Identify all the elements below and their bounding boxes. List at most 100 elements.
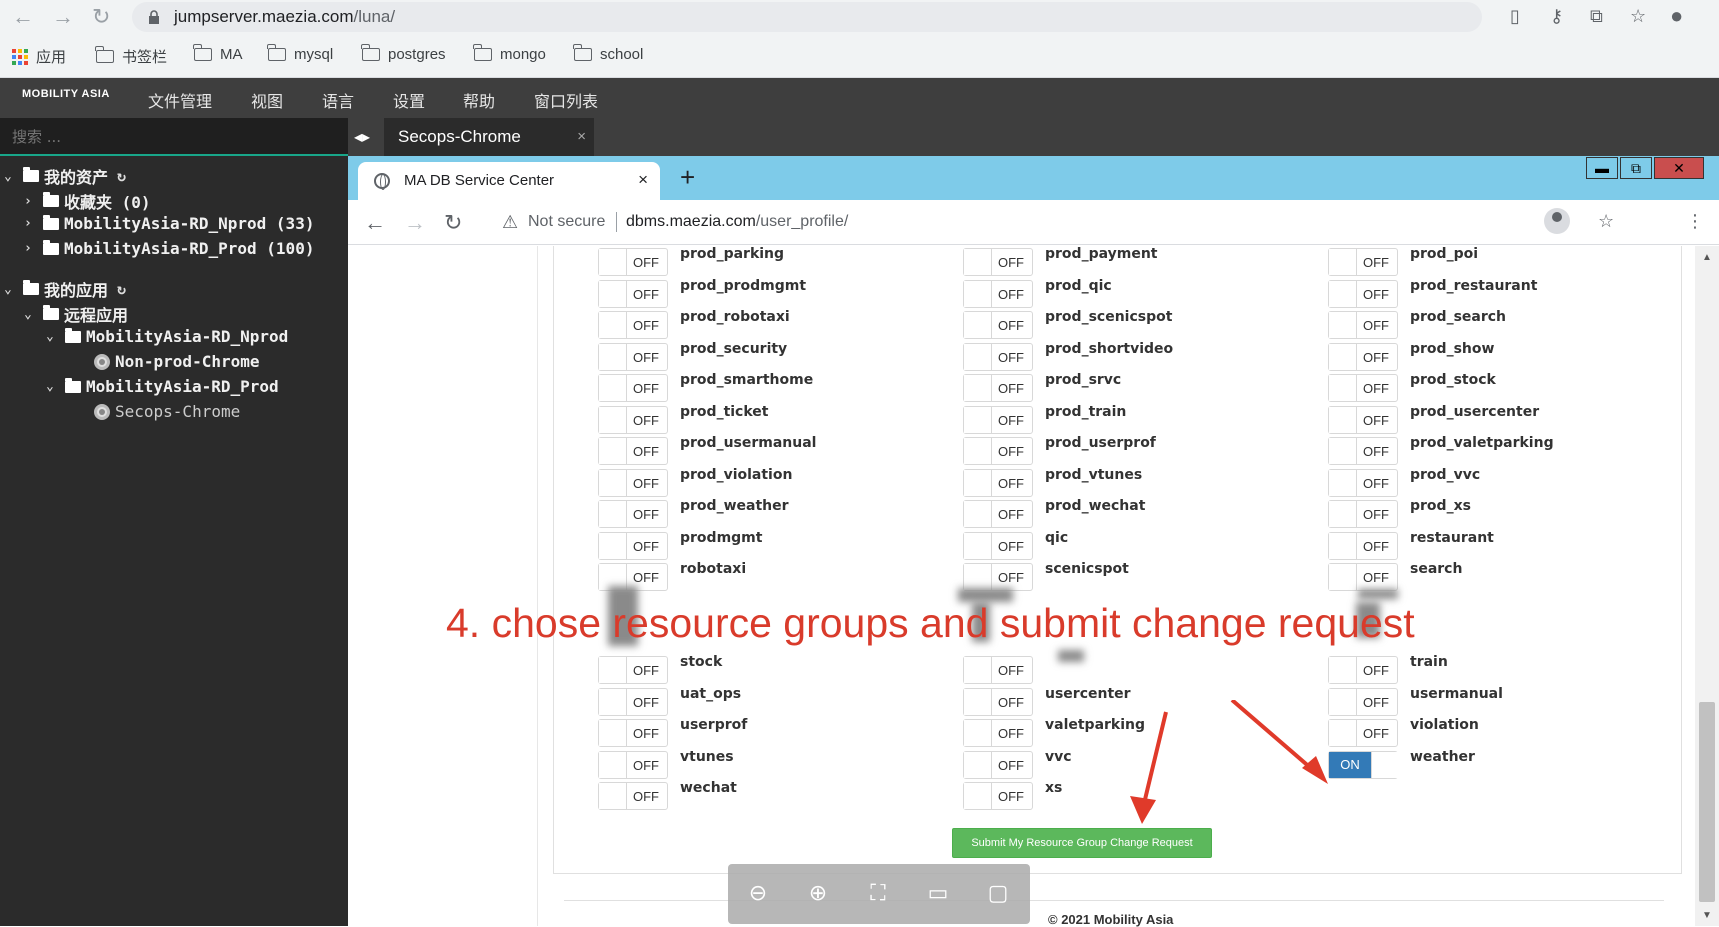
resource-group-toggle[interactable]: OFF bbox=[963, 687, 1033, 716]
refresh-icon[interactable]: ↻ bbox=[117, 167, 126, 185]
inner-address-bar[interactable]: ⚠ Not secure dbms.maezia.com/user_profil… bbox=[492, 204, 1594, 240]
resource-group-toggle[interactable]: OFF bbox=[963, 531, 1033, 560]
not-secure-label[interactable]: Not secure bbox=[528, 213, 605, 231]
tree-my-assets[interactable]: ⌄ 我的资产 ↻ bbox=[4, 164, 126, 188]
comment-icon[interactable]: ▢ bbox=[984, 880, 1012, 908]
reload-icon[interactable]: ↻ bbox=[92, 4, 110, 30]
resource-group-toggle[interactable]: OFF bbox=[1328, 656, 1398, 684]
resource-group-toggle[interactable]: OFF bbox=[598, 719, 668, 747]
resource-group-toggle[interactable]: OFF bbox=[963, 405, 1033, 434]
close-icon[interactable]: × bbox=[638, 170, 648, 190]
resource-group-toggle[interactable]: OFF bbox=[598, 374, 668, 402]
resource-group-toggle[interactable]: OFF bbox=[598, 687, 668, 716]
resource-group-toggle[interactable]: OFF bbox=[963, 279, 1033, 308]
tree-prod-assets[interactable]: › MobilityAsia-RD_Prod (100) bbox=[24, 239, 314, 258]
back-arrow-icon[interactable]: ← bbox=[364, 210, 386, 236]
bookmark-ma[interactable]: MA bbox=[193, 44, 243, 63]
page-scrollbar[interactable]: ▲ ▼ bbox=[1695, 246, 1719, 926]
resource-group-toggle[interactable]: OFF bbox=[1328, 531, 1398, 560]
resource-group-toggle[interactable]: OFF bbox=[963, 248, 1033, 276]
resource-group-toggle[interactable]: OFF bbox=[963, 311, 1033, 339]
bookmark-apps[interactable]: 应用 bbox=[12, 46, 66, 67]
more-menu-icon[interactable]: ⋮ bbox=[1686, 211, 1704, 232]
forward-arrow-icon[interactable]: → bbox=[404, 210, 426, 236]
resource-group-toggle[interactable]: OFF bbox=[598, 500, 668, 528]
tree-nprod-chrome[interactable]: Non-prod-Chrome bbox=[94, 352, 260, 371]
tree-my-apps[interactable]: ⌄ 我的应用 ↻ bbox=[4, 277, 126, 301]
collapse-arrows-icon[interactable]: ◂▸ bbox=[354, 127, 370, 147]
account-icon[interactable]: ● bbox=[1670, 3, 1683, 29]
star-icon[interactable]: ☆ bbox=[1598, 211, 1614, 232]
resource-group-toggle[interactable]: OFF bbox=[598, 656, 668, 684]
star-icon[interactable]: ☆ bbox=[1630, 6, 1646, 27]
reload-icon[interactable]: ↻ bbox=[444, 210, 462, 236]
tree-remote-apps[interactable]: ⌄ 远程应用 bbox=[24, 302, 128, 326]
resource-group-toggle[interactable]: OFF bbox=[963, 468, 1033, 497]
presentation-icon[interactable]: ▭ bbox=[924, 880, 952, 908]
profile-avatar-icon[interactable] bbox=[1544, 208, 1570, 234]
menu-file-management[interactable]: 文件管理 bbox=[148, 88, 212, 112]
bookmark-postgres[interactable]: postgres bbox=[361, 44, 446, 63]
chevron-right-icon[interactable]: › bbox=[24, 194, 38, 209]
resource-group-toggle[interactable]: OFF bbox=[598, 437, 668, 465]
resource-group-toggle[interactable]: OFF bbox=[1328, 468, 1398, 497]
resource-group-toggle[interactable]: OFF bbox=[598, 279, 668, 308]
resource-group-toggle[interactable]: OFF bbox=[963, 342, 1033, 371]
tree-prod-group[interactable]: ⌄ MobilityAsia-RD_Prod bbox=[46, 377, 279, 396]
resource-group-toggle[interactable]: OFF bbox=[598, 782, 668, 810]
resource-group-toggle[interactable]: OFF bbox=[1328, 248, 1398, 276]
zoom-out-icon[interactable]: ⊖ bbox=[744, 880, 772, 908]
key-icon[interactable]: ⚷ bbox=[1550, 6, 1563, 27]
translate-icon[interactable]: ⧉ bbox=[1590, 6, 1603, 27]
chevron-down-icon[interactable]: ⌄ bbox=[46, 329, 60, 344]
resource-group-toggle[interactable]: OFF bbox=[598, 248, 668, 276]
menu-window-list[interactable]: 窗口列表 bbox=[534, 88, 598, 112]
bookmark-mysql[interactable]: mysql bbox=[267, 44, 333, 63]
resource-group-toggle[interactable]: OFF bbox=[1328, 279, 1398, 308]
minimize-icon[interactable]: ▬ bbox=[1586, 157, 1618, 179]
chevron-down-icon[interactable]: ⌄ bbox=[46, 379, 60, 394]
menu-settings[interactable]: 设置 bbox=[393, 88, 425, 112]
chevron-right-icon[interactable]: › bbox=[24, 241, 38, 256]
resource-group-toggle[interactable]: OFF bbox=[598, 311, 668, 339]
chevron-down-icon[interactable]: ⌄ bbox=[24, 307, 38, 322]
outer-address-bar[interactable]: jumpserver.maezia.com/luna/ bbox=[132, 2, 1482, 32]
menu-language[interactable]: 语言 bbox=[322, 88, 354, 112]
new-tab-icon[interactable]: + bbox=[680, 162, 695, 193]
scrollbar-thumb[interactable] bbox=[1699, 702, 1715, 902]
resource-group-toggle[interactable]: OFF bbox=[963, 437, 1033, 465]
chevron-down-icon[interactable]: ⌄ bbox=[4, 282, 18, 297]
tree-nprod-group[interactable]: ⌄ MobilityAsia-RD_Nprod bbox=[46, 327, 288, 346]
session-tab-secops-chrome[interactable]: Secops-Chrome × bbox=[384, 118, 594, 156]
restore-icon[interactable]: ⧉ bbox=[1620, 157, 1652, 179]
resource-group-toggle[interactable]: OFF bbox=[963, 782, 1033, 810]
tree-nprod-assets[interactable]: › MobilityAsia-RD_Nprod (33) bbox=[24, 214, 314, 233]
resource-group-toggle[interactable]: OFF bbox=[598, 750, 668, 779]
bookmark-school[interactable]: school bbox=[573, 44, 643, 63]
fit-screen-icon[interactable]: ⛶ bbox=[864, 880, 892, 908]
clipboard-icon[interactable]: ▯ bbox=[1510, 6, 1520, 27]
menu-view[interactable]: 视图 bbox=[251, 88, 283, 112]
scroll-down-icon[interactable]: ▼ bbox=[1702, 910, 1712, 921]
resource-group-toggle[interactable]: OFF bbox=[963, 500, 1033, 528]
scroll-up-icon[interactable]: ▲ bbox=[1702, 252, 1712, 263]
resource-group-toggle[interactable]: OFF bbox=[963, 563, 1033, 591]
bookmark-mongo[interactable]: mongo bbox=[473, 44, 546, 63]
resource-group-toggle[interactable]: OFF bbox=[598, 405, 668, 434]
resource-group-toggle[interactable]: OFF bbox=[598, 342, 668, 371]
refresh-icon[interactable]: ↻ bbox=[117, 280, 126, 298]
chevron-down-icon[interactable]: ⌄ bbox=[4, 169, 18, 184]
forward-arrow-icon[interactable]: → bbox=[52, 4, 74, 30]
resource-group-toggle[interactable]: OFF bbox=[1328, 405, 1398, 434]
resource-group-toggle[interactable]: OFF bbox=[1328, 311, 1398, 339]
back-arrow-icon[interactable]: ← bbox=[12, 4, 34, 30]
tree-favorites[interactable]: › 收藏夹 (0) bbox=[24, 189, 151, 213]
close-icon[interactable]: × bbox=[577, 128, 586, 145]
window-close-icon[interactable]: ✕ bbox=[1654, 157, 1704, 179]
submit-change-request-button[interactable]: Submit My Resource Group Change Request bbox=[952, 828, 1212, 858]
asset-search-input[interactable] bbox=[12, 126, 332, 148]
resource-group-toggle[interactable]: OFF bbox=[1328, 500, 1398, 528]
resource-group-toggle[interactable]: OFF bbox=[963, 374, 1033, 402]
resource-group-toggle[interactable]: OFF bbox=[598, 468, 668, 497]
resource-group-toggle[interactable]: OFF bbox=[1328, 437, 1398, 465]
